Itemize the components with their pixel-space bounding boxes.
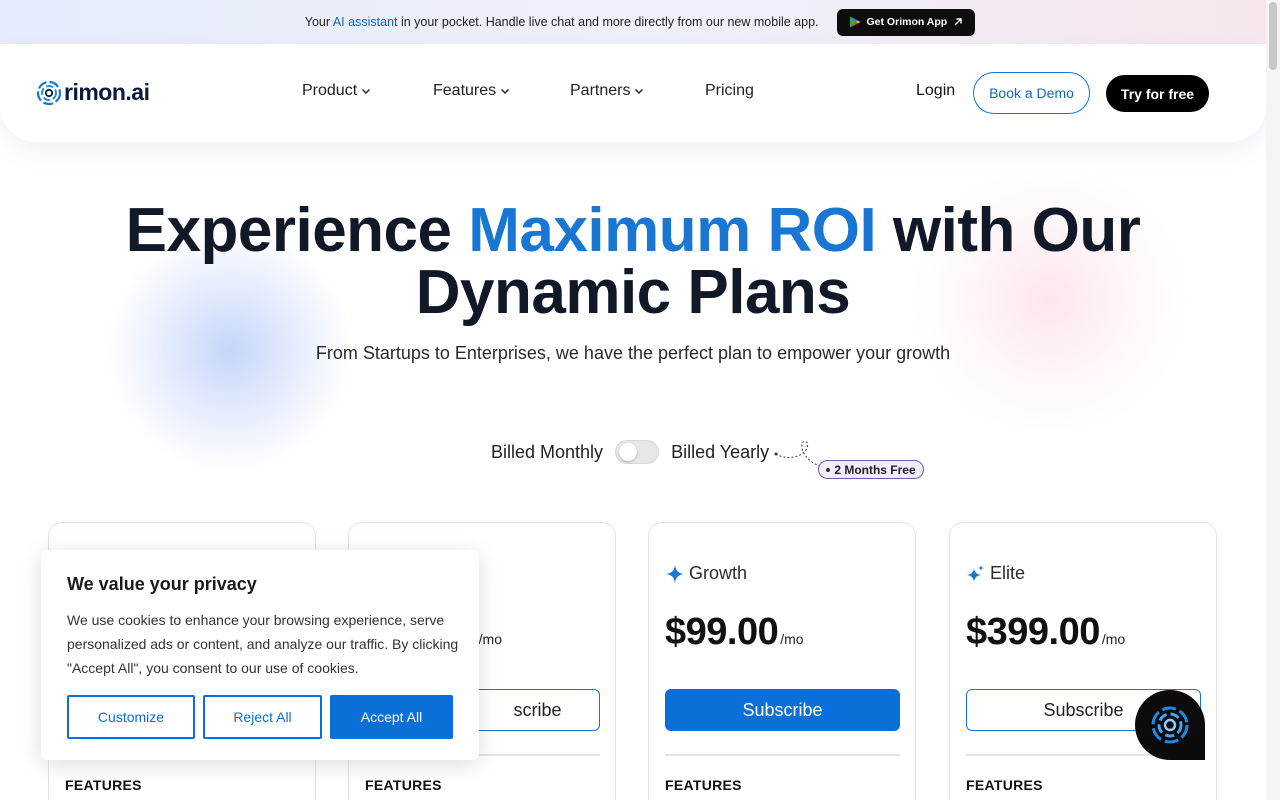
play-store-icon [849, 16, 861, 28]
billing-toggle[interactable] [615, 440, 660, 464]
hero-title-line2: Dynamic Plans [415, 258, 851, 327]
badge-dot [826, 467, 831, 472]
accept-all-button[interactable]: Accept All [330, 695, 453, 739]
nav-product[interactable]: Product [302, 82, 371, 100]
price-amount: $399.00 [966, 611, 1100, 653]
nav-features-label: Features [433, 82, 497, 99]
features-label: FEATURES [665, 777, 742, 793]
sparkles-icon [967, 564, 984, 582]
two-months-free-badge: 2 Months Free [818, 460, 924, 479]
subscribe-button[interactable]: Subscribe [665, 689, 900, 731]
chevron-down-icon [635, 89, 644, 94]
logo-text: rimon.ai [64, 79, 150, 105]
get-app-button[interactable]: Get Orimon App [836, 8, 976, 36]
features-label: FEATURES [65, 777, 142, 793]
customize-button[interactable]: Customize [67, 695, 195, 739]
reject-all-button[interactable]: Reject All [203, 695, 322, 739]
orimon-chat-icon [1151, 706, 1189, 744]
billed-monthly-label[interactable]: Billed Monthly [491, 442, 603, 463]
scrollbar-thumb[interactable] [1269, 2, 1277, 70]
logo[interactable]: rimon.ai [36, 79, 150, 106]
nav-product-label: Product [302, 82, 358, 99]
price-amount: $99.00 [665, 611, 779, 653]
hero-title-part2: with Our [876, 196, 1141, 265]
sparkle-icon [666, 564, 684, 583]
subscribe-label: scribe [513, 699, 562, 720]
hero-title-accent: Maximum ROI [468, 196, 877, 265]
price-period: /mo [1101, 631, 1126, 647]
chevron-down-icon [362, 89, 371, 94]
nav-partners-label: Partners [570, 82, 631, 99]
nav-partners[interactable]: Partners [570, 82, 644, 100]
cookie-title: We value your privacy [67, 574, 257, 594]
announcement-text-before: Your [304, 15, 331, 29]
billing-toggle-group: Billed Monthly Billed Yearly [491, 440, 769, 464]
site-header: rimon.ai Product Features Partners Prici… [0, 44, 1266, 142]
try-free-button[interactable]: Try for free [1106, 75, 1209, 112]
hero-title-part1: Experience [125, 196, 469, 265]
plan-price: $99.00 /mo [665, 611, 804, 654]
login-link[interactable]: Login [916, 82, 955, 100]
plan-name: Elite [966, 563, 1025, 584]
badge-label: 2 Months Free [834, 462, 916, 477]
cookie-body: We use cookies to enhance your browsing … [67, 612, 459, 676]
plan-name-label: Growth [689, 563, 748, 583]
announcement-highlight[interactable]: AI assistant [333, 15, 398, 29]
plan-name-label: Elite [990, 563, 1026, 583]
arrow-up-right-icon [954, 18, 962, 26]
cookie-consent-dialog: We value your privacy We use cookies to … [41, 550, 479, 760]
card-divider [665, 754, 900, 756]
get-app-label: Get Orimon App [866, 16, 948, 28]
billed-yearly-label[interactable]: Billed Yearly [671, 442, 769, 463]
announcement-bar: Your AI assistant in your pocket. Handle… [0, 0, 1280, 44]
toggle-knob [619, 443, 638, 461]
price-period: /mo [478, 631, 502, 647]
nav-features[interactable]: Features [433, 82, 510, 100]
features-label: FEATURES [966, 777, 1043, 793]
nav-pricing[interactable]: Pricing [705, 82, 754, 100]
price-period: /mo [780, 631, 804, 647]
orimon-logo-icon [36, 80, 62, 105]
announcement-text: Your AI assistant in your pocket. Handle… [305, 15, 819, 29]
plan-name: Growth [665, 563, 747, 584]
nav-pricing-label: Pricing [705, 82, 754, 99]
announcement-text-after: in your pocket. Handle live chat and mor… [400, 15, 819, 29]
hero-title: Experience Maximum ROI with Our Dynamic … [0, 200, 1266, 324]
book-demo-button[interactable]: Book a Demo [973, 72, 1090, 114]
hero-subtitle: From Startups to Enterprises, we have th… [315, 343, 951, 363]
chevron-down-icon [501, 89, 510, 94]
plan-price: $399.00 /mo [966, 611, 1125, 654]
page-scrollbar[interactable] [1266, 0, 1280, 800]
plan-card-growth: Growth $99.00 /mo Subscribe FEATURES [648, 522, 916, 800]
chat-launcher-button[interactable] [1135, 690, 1205, 760]
squiggle-arrow-icon [774, 441, 821, 467]
features-label: FEATURES [365, 777, 442, 793]
